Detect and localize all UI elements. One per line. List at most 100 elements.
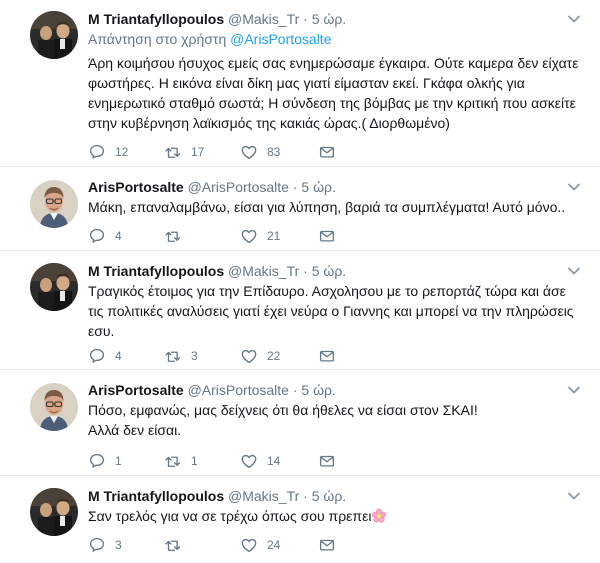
display-name[interactable]: M Triantafyllopoulos <box>88 263 224 279</box>
separator-dot: · <box>303 488 308 504</box>
like-button[interactable]: 21 <box>240 226 280 246</box>
tweet[interactable]: M Triantafyllopoulos @Makis_Tr · 5 ώρ. Σ… <box>0 477 600 563</box>
separator-dot: · <box>292 179 298 195</box>
chevron-down-icon[interactable] <box>566 264 582 278</box>
retweet-button[interactable] <box>164 535 191 555</box>
retweet-icon <box>164 452 182 470</box>
tweet-content: M Triantafyllopoulos @Makis_Tr · 5 ώρ. Σ… <box>88 477 582 563</box>
direct-message-button[interactable] <box>318 142 336 162</box>
envelope-icon <box>318 536 336 554</box>
timestamp[interactable]: 5 ώρ. <box>301 382 335 398</box>
timestamp[interactable]: 5 ώρ. <box>301 179 335 195</box>
reply-button[interactable]: 4 <box>88 226 122 246</box>
reply-button[interactable]: 1 <box>88 451 122 471</box>
chevron-down-icon[interactable] <box>566 12 582 26</box>
user-handle[interactable]: @Makis_Tr <box>228 11 299 27</box>
blossom-emoji-icon <box>371 508 387 524</box>
like-button[interactable]: 83 <box>240 142 280 162</box>
display-name[interactable]: ArisPortosalte <box>88 382 184 398</box>
retweet-button[interactable]: 17 <box>164 142 204 162</box>
separator-dot: · <box>292 382 298 398</box>
avatar[interactable] <box>30 11 78 59</box>
reply-button[interactable]: 12 <box>88 142 128 162</box>
user-handle[interactable]: @Makis_Tr <box>228 488 299 504</box>
retweet-icon <box>164 347 182 365</box>
tweet-text-body: Σαν τρελός για να σε τρέχω όπως σου πρεπ… <box>88 508 372 524</box>
reply-to-user-link[interactable]: @ArisPortosalte <box>230 31 331 47</box>
tweet-header: ArisPortosalte @ArisPortosalte · 5 ώρ. <box>88 381 336 399</box>
reply-prefix: Απάντηση στο χρήστη <box>88 31 227 47</box>
tweet[interactable]: ArisPortosalte @ArisPortosalte · 5 ώρ. Μ… <box>0 168 600 251</box>
chevron-down-icon[interactable] <box>566 489 582 503</box>
tweet-text: Τραγικός έτοιμος για την Επίδαυρο. Ασχολ… <box>88 283 574 339</box>
like-button[interactable]: 14 <box>240 451 280 471</box>
reply-count: 4 <box>115 229 122 243</box>
heart-icon <box>240 347 258 365</box>
like-button[interactable]: 22 <box>240 346 280 366</box>
tweet-header: M Triantafyllopoulos @Makis_Tr · 5 ώρ. <box>88 262 346 280</box>
avatar-image <box>30 180 78 228</box>
like-button[interactable]: 24 <box>240 535 280 555</box>
reply-button[interactable]: 4 <box>88 346 122 366</box>
envelope-icon <box>318 227 336 245</box>
direct-message-button[interactable] <box>318 226 336 246</box>
direct-message-button[interactable] <box>318 451 336 471</box>
reply-icon <box>88 536 106 554</box>
heart-icon <box>240 452 258 470</box>
tweet-header: M Triantafyllopoulos @Makis_Tr · 5 ώρ. <box>88 487 346 505</box>
like-count: 24 <box>267 538 281 552</box>
avatar[interactable] <box>30 180 78 228</box>
tweet-text: Μάκη, επαναλαμβάνω, είσαι για λύπηση, βα… <box>88 199 566 215</box>
like-count: 83 <box>267 145 281 159</box>
chevron-down-icon[interactable] <box>566 383 582 397</box>
display-name[interactable]: ArisPortosalte <box>88 179 184 195</box>
user-handle[interactable]: @ArisPortosalte <box>188 382 289 398</box>
reply-icon <box>88 143 106 161</box>
like-count: 14 <box>267 454 281 468</box>
tweet[interactable]: ArisPortosalte @ArisPortosalte · 5 ώρ. Π… <box>0 371 600 476</box>
tweet-text-line: Πόσο, εμφανώς, μας δείχνεις ότι θα ήθελε… <box>88 402 478 418</box>
avatar[interactable] <box>30 383 78 431</box>
heart-icon <box>240 143 258 161</box>
retweet-button[interactable] <box>164 226 191 246</box>
tweet-content: M Triantafyllopoulos @Makis_Tr · 5 ώρ. Α… <box>88 0 582 167</box>
timestamp[interactable]: 5 ώρ. <box>312 488 346 504</box>
envelope-icon <box>318 347 336 365</box>
reply-count: 12 <box>115 145 129 159</box>
avatar-image <box>30 11 78 59</box>
retweet-icon <box>164 536 182 554</box>
avatar-image <box>30 488 78 536</box>
retweet-icon <box>164 143 182 161</box>
direct-message-button[interactable] <box>318 535 336 555</box>
timestamp[interactable]: 5 ώρ. <box>312 263 346 279</box>
retweet-count: 17 <box>191 145 205 159</box>
reply-icon <box>88 227 106 245</box>
reply-count: 1 <box>115 454 122 468</box>
retweet-button[interactable]: 3 <box>164 346 198 366</box>
avatar-image <box>30 263 78 311</box>
display-name[interactable]: M Triantafyllopoulos <box>88 488 224 504</box>
direct-message-button[interactable] <box>318 346 336 366</box>
retweet-count: 1 <box>191 454 198 468</box>
user-handle[interactable]: @Makis_Tr <box>228 263 299 279</box>
avatar[interactable] <box>30 263 78 311</box>
avatar[interactable] <box>30 488 78 536</box>
envelope-icon <box>318 143 336 161</box>
chevron-down-icon[interactable] <box>566 180 582 194</box>
tweet-text-line: Αλλά δεν είσαι. <box>88 422 182 438</box>
like-count: 22 <box>267 349 281 363</box>
tweet[interactable]: M Triantafyllopoulos @Makis_Tr · 5 ώρ. Α… <box>0 0 600 167</box>
retweet-count: 3 <box>191 349 198 363</box>
tweet-text: Άρη κοιμήσου ήσυχος εμείς σας ενημερώσαμ… <box>88 55 579 131</box>
tweet-text: Σαν τρελός για να σε τρέχω όπως σου πρεπ… <box>88 506 582 526</box>
retweet-button[interactable]: 1 <box>164 451 198 471</box>
user-handle[interactable]: @ArisPortosalte <box>188 179 289 195</box>
tweet-header: M Triantafyllopoulos @Makis_Tr · 5 ώρ. <box>88 10 346 28</box>
display-name[interactable]: M Triantafyllopoulos <box>88 11 224 27</box>
tweet[interactable]: M Triantafyllopoulos @Makis_Tr · 5 ώρ. Τ… <box>0 252 600 370</box>
heart-icon <box>240 227 258 245</box>
retweet-icon <box>164 227 182 245</box>
reply-button[interactable]: 3 <box>88 535 122 555</box>
timestamp[interactable]: 5 ώρ. <box>312 11 346 27</box>
avatar-image <box>30 383 78 431</box>
